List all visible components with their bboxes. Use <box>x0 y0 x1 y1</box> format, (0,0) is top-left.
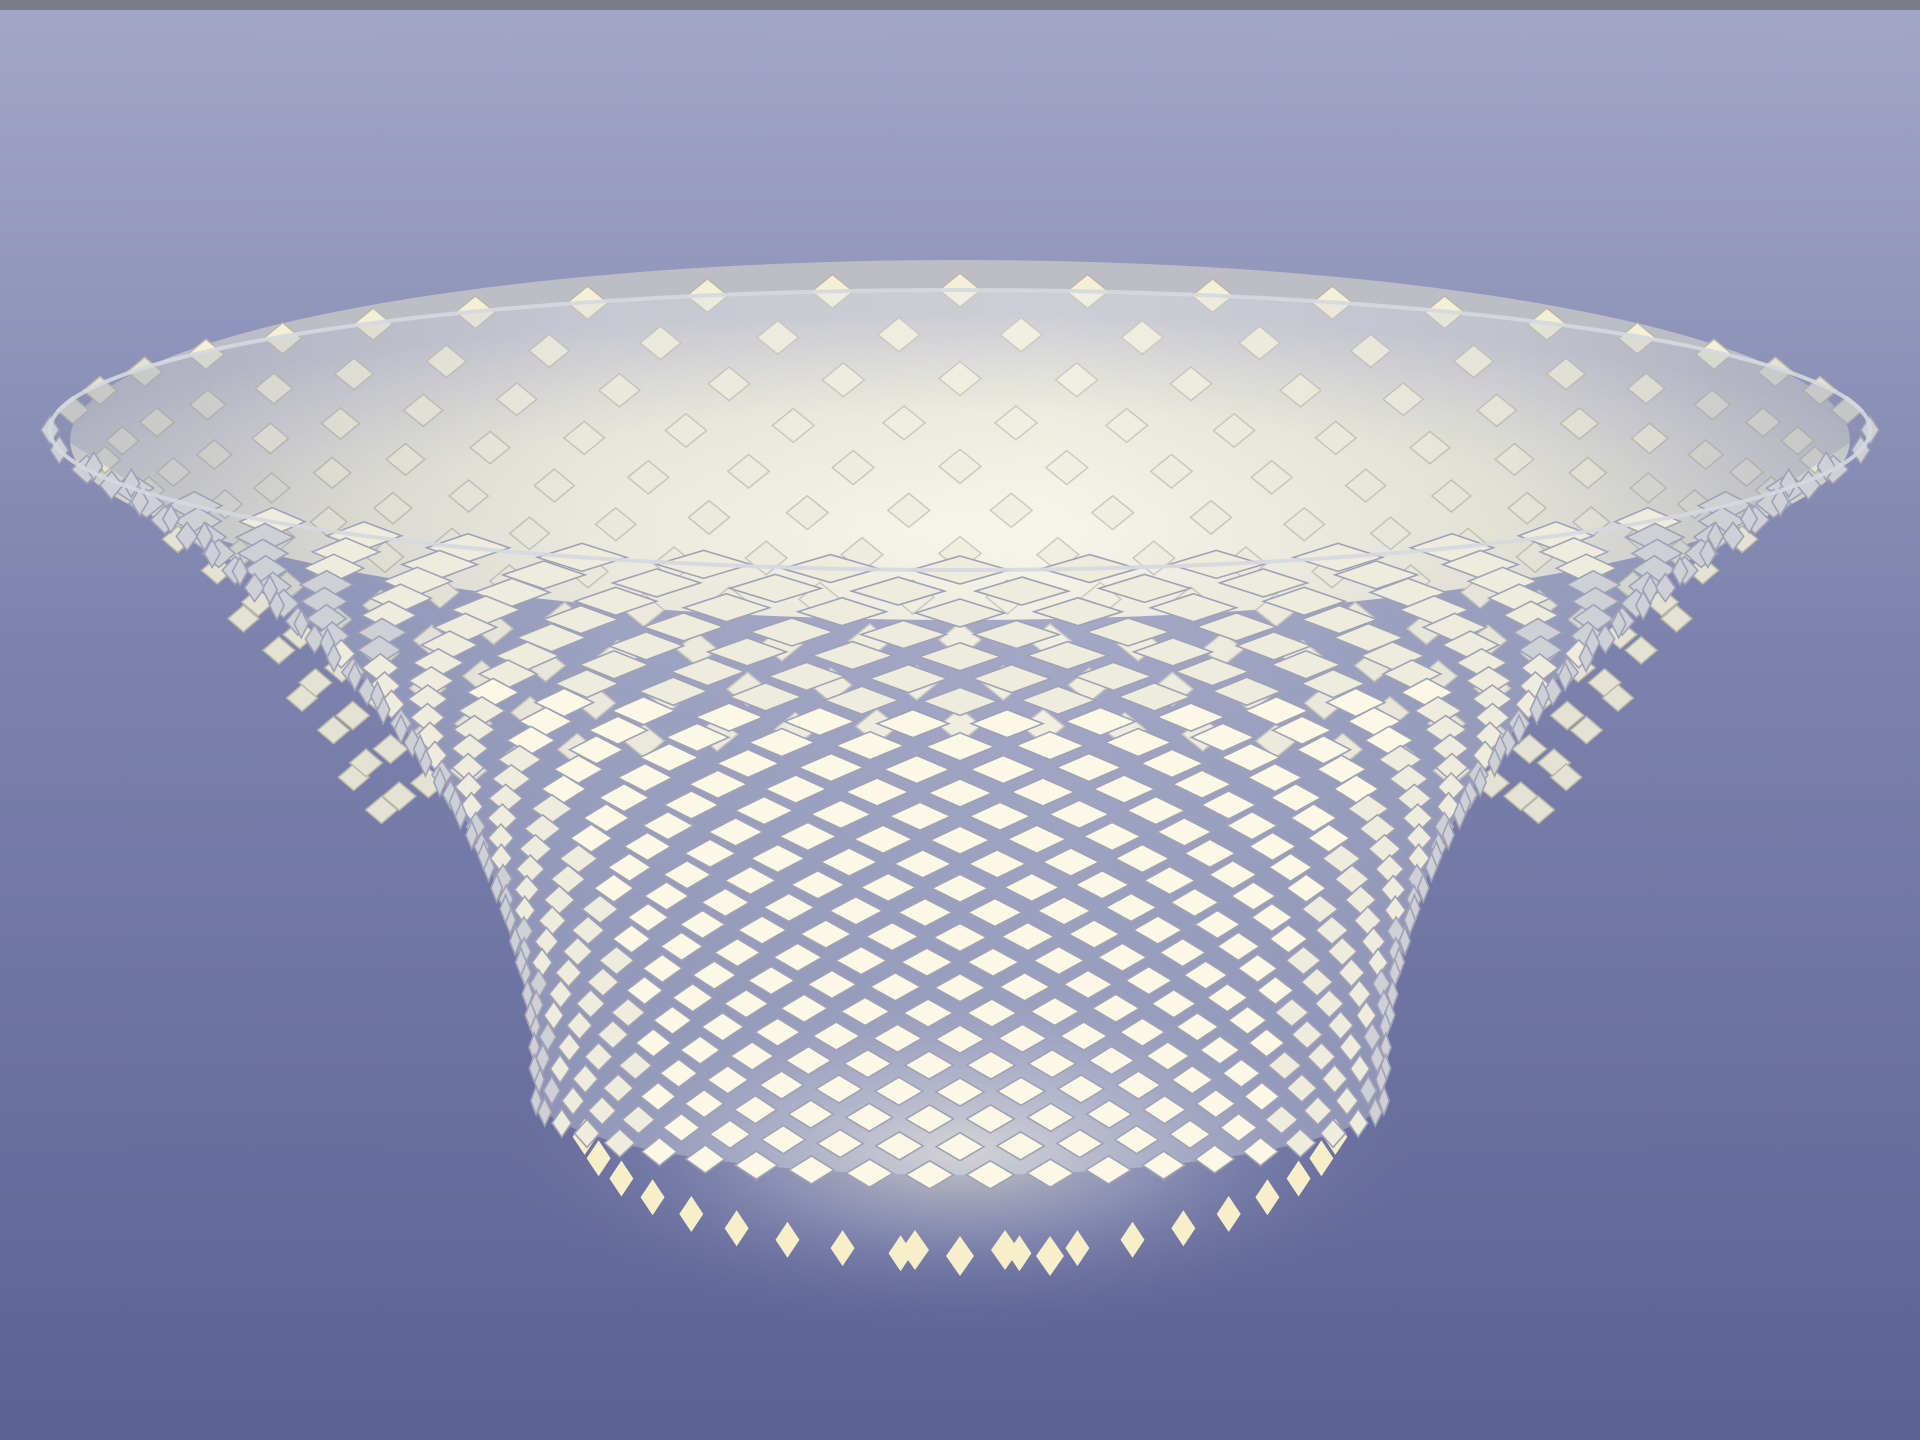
lattice-bowl-render <box>0 10 1920 1440</box>
render-viewport <box>0 0 1920 1440</box>
